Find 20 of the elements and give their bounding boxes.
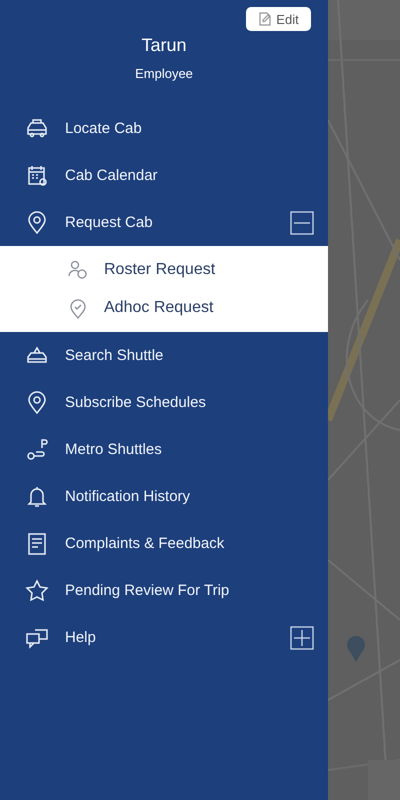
menu-item[interactable]: Help [0,614,328,661]
submenu-item[interactable]: Roster Request [0,251,328,289]
collapse-icon[interactable] [290,210,314,234]
edit-button[interactable]: Edit [246,7,311,31]
menu-item[interactable]: Complaints & Feedback [0,520,328,567]
menu-item[interactable]: Pending Review For Trip [0,567,328,614]
star-icon [24,578,50,604]
menu-item[interactable]: Metro Shuttles [0,426,328,473]
user-role: Employee [135,66,193,81]
edit-icon [258,12,272,26]
menu-item[interactable]: Cab Calendar [0,152,328,199]
menu-item[interactable]: Request Cab [0,199,328,246]
expand-icon[interactable] [290,626,314,650]
menu-item[interactable]: Search Shuttle [0,332,328,379]
people-icon [67,259,89,281]
menu-item[interactable]: Notification History [0,473,328,520]
menu-item[interactable]: Subscribe Schedules [0,379,328,426]
submenu-item[interactable]: Adhoc Request [0,289,328,327]
user-name: Tarun [141,35,187,56]
menu-item[interactable]: Locate Cab [0,105,328,152]
